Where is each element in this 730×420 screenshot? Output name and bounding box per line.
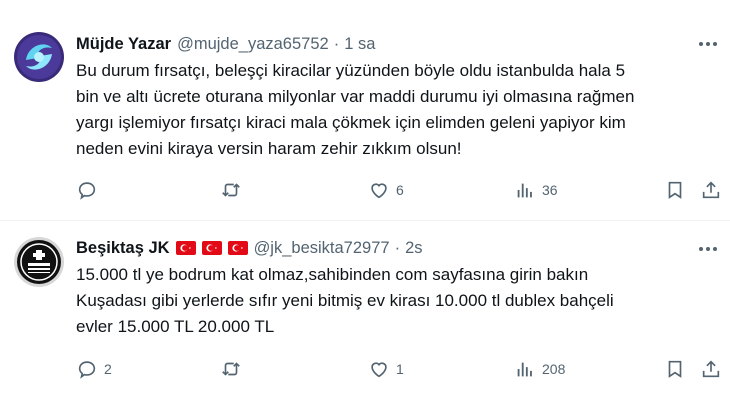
share-button[interactable] (700, 357, 722, 381)
bookmark-icon (668, 360, 682, 378)
user-handle[interactable]: @jk_besikta72977 (254, 239, 390, 258)
turkey-flag-icon (175, 241, 196, 255)
like-button[interactable]: 1 (368, 357, 404, 381)
timestamp[interactable]: 2s (405, 239, 422, 258)
turkey-flag-icon (201, 241, 222, 255)
bookmark-button[interactable] (664, 357, 686, 381)
display-name[interactable]: Beşiktaş JK (76, 239, 170, 258)
timeline: Müjde Yazar @mujde_yaza65752 · 1 sa Bu d… (0, 0, 730, 420)
like-count: 1 (396, 361, 404, 377)
avatar[interactable] (14, 237, 64, 287)
tweet-actions: 2 1 208 (0, 357, 730, 381)
like-icon (371, 362, 387, 378)
retweet-button[interactable] (220, 357, 248, 381)
share-icon (702, 360, 720, 378)
turkey-flag-icon (227, 241, 248, 255)
tweet-text-line: Kuşadası gibi yerlerde sıfır yeni bitmiş… (76, 291, 614, 310)
tweet-text: 15.000 tl ye bodrum kat olmaz,sahibinden… (76, 262, 716, 340)
tweet-header: Beşiktaş JK @jk_besikta72977 · 2s (76, 237, 423, 259)
tweet[interactable]: Beşiktaş JK @jk_besikta72977 · 2s 15.000… (0, 0, 730, 420)
reply-icon (78, 361, 96, 379)
more-icon[interactable] (696, 239, 720, 259)
retweet-icon (222, 362, 240, 376)
reply-button[interactable]: 2 (76, 357, 112, 381)
separator: · (394, 238, 401, 257)
tweet-text-line: 15.000 tl ye bodrum kat olmaz,sahibinden… (76, 265, 589, 284)
views-button[interactable]: 208 (514, 357, 565, 381)
tweet-text-line: evler 15.000 TL 20.000 TL (76, 317, 275, 336)
views-icon (517, 362, 532, 377)
views-count: 208 (542, 361, 566, 377)
reply-count: 2 (104, 361, 112, 377)
